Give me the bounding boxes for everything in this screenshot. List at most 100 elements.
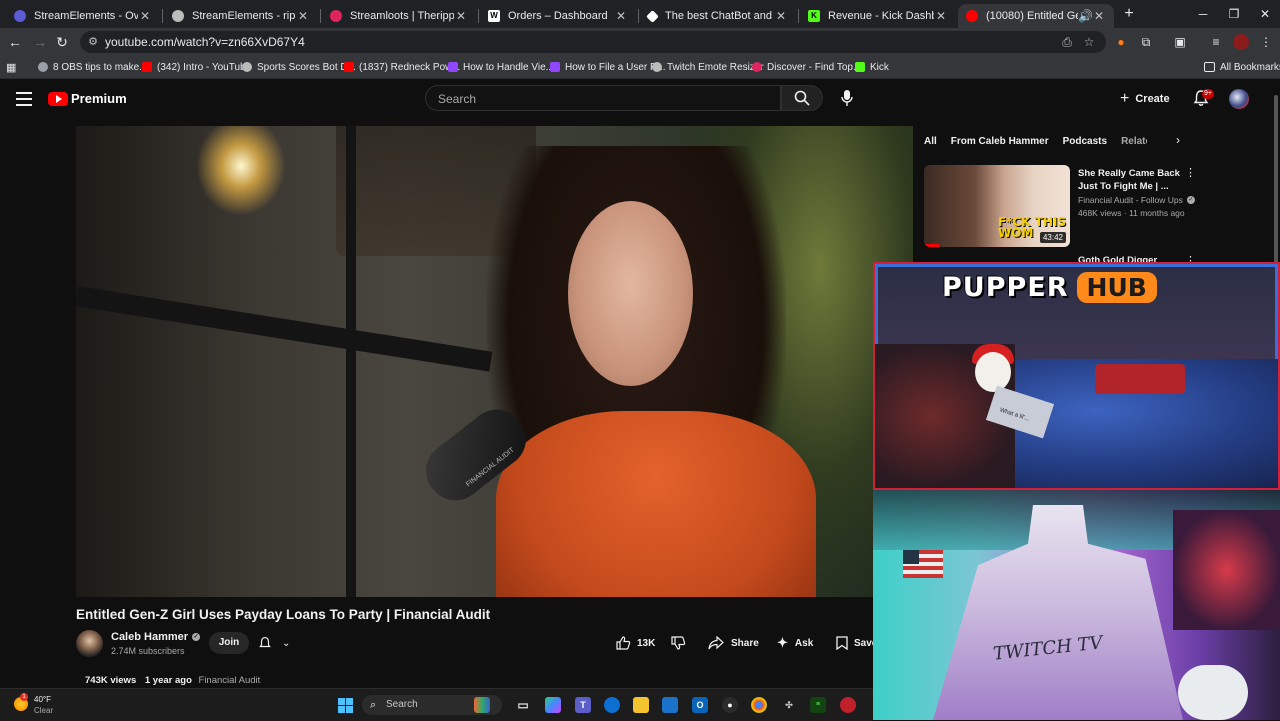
bookmark-item[interactable]: 8 OBS tips to make...	[38, 59, 147, 75]
chip-related[interactable]: Related	[1121, 136, 1147, 147]
browser-tab[interactable]: W Orders – Dashboard ✕	[480, 4, 636, 28]
related-video-thumbnail[interactable]: F*CK THIS WOM 43:42	[924, 165, 1070, 247]
new-tab-button[interactable]: +	[1120, 5, 1138, 23]
like-button[interactable]: 13K	[615, 632, 655, 654]
weather-condition[interactable]: Clear	[34, 706, 53, 715]
dtd-app-icon[interactable]	[840, 697, 856, 713]
stream-deck-icon[interactable]: ✣	[781, 697, 797, 713]
search-button[interactable]	[781, 85, 823, 111]
teams-icon[interactable]: T	[575, 697, 591, 713]
profile-avatar-icon[interactable]	[1233, 34, 1249, 50]
bookmark-item[interactable]: Discover - Find Top...	[752, 59, 861, 75]
mute-tab-icon[interactable]: 🔊	[1078, 9, 1093, 23]
channel-name-row[interactable]: Caleb Hammer ✓	[111, 631, 201, 643]
dislike-button[interactable]	[670, 632, 686, 654]
share-button[interactable]: Share	[708, 632, 759, 654]
account-avatar[interactable]	[1229, 89, 1249, 109]
reload-icon[interactable]: ↻	[53, 33, 71, 51]
video-title: Entitled Gen-Z Girl Uses Payday Loans To…	[76, 607, 491, 622]
channel-avatar[interactable]	[76, 630, 103, 657]
bookmarks-bar: ▦ 8 OBS tips to make... (342) Intro - Yo…	[0, 56, 1280, 79]
browser-tab[interactable]: The best ChatBot and Widgets ✕	[640, 4, 796, 28]
bookmark-item[interactable]: How to Handle Vie...	[448, 59, 554, 75]
file-explorer-icon[interactable]	[633, 697, 649, 713]
close-tab-icon[interactable]: ✕	[138, 9, 152, 23]
video-player[interactable]: FINANCIAL AUDIT	[76, 126, 913, 597]
close-tab-icon[interactable]: ✕	[1092, 9, 1106, 23]
bookmark-item[interactable]: How to File a User R...	[550, 59, 666, 75]
join-button[interactable]: Join	[209, 632, 249, 654]
chrome-icon[interactable]	[751, 697, 767, 713]
description-tag-link[interactable]: Financial Audit	[199, 675, 261, 686]
close-tab-icon[interactable]: ✕	[934, 9, 948, 23]
extensions-puzzle-icon[interactable]: ⧉	[1138, 34, 1154, 50]
site-settings-icon[interactable]: ⚙	[86, 35, 100, 49]
tab-label: Streamloots | Therippedredneck	[350, 10, 454, 22]
tab-search-icon[interactable]: ≡	[1208, 34, 1224, 50]
all-bookmarks-button[interactable]: All Bookmarks	[1204, 59, 1280, 75]
store-icon[interactable]	[662, 697, 678, 713]
bookmark-label: How to Handle Vie...	[463, 61, 554, 73]
bookmark-item[interactable]: Twitch Emote Resizer	[652, 59, 764, 75]
copilot-icon[interactable]	[545, 697, 561, 713]
related-filter-chips: All From Caleb Hammer Podcasts Related	[924, 131, 1161, 151]
bookmark-item[interactable]: Kick	[855, 59, 889, 75]
terminal-icon[interactable]: ≡	[810, 697, 826, 713]
outlook-icon[interactable]: O	[692, 697, 708, 713]
omnibox[interactable]: ⚙ youtube.com/watch?v=zn66XvD67Y4 ⎙ ☆	[80, 31, 1106, 53]
browser-tab-active[interactable]: (10080) Entitled Gen-Z Girl 🔊 ✕	[958, 4, 1114, 28]
search-input[interactable]	[436, 91, 760, 107]
back-icon[interactable]: ←	[6, 33, 24, 51]
more-options-icon[interactable]: ⋮	[1185, 166, 1196, 180]
search-box[interactable]	[425, 85, 781, 111]
sidepanel-icon[interactable]: ▣	[1172, 34, 1188, 50]
create-button[interactable]: + Create	[1120, 86, 1170, 112]
chip-all[interactable]: All	[924, 136, 937, 147]
chevron-right-icon[interactable]: ›	[1171, 133, 1185, 149]
forward-icon[interactable]: →	[31, 33, 49, 51]
streamloots-favicon-icon	[330, 10, 342, 22]
verified-icon: ✓	[1186, 196, 1195, 204]
globe-icon	[242, 62, 252, 72]
bookmark-label: (1837) Redneck Pow...	[359, 61, 461, 73]
browser-tab[interactable]: StreamElements - Overlays ✕	[6, 4, 160, 28]
chip-podcasts[interactable]: Podcasts	[1063, 136, 1107, 147]
browser-tab[interactable]: StreamElements - rippedredneck ✕	[164, 4, 318, 28]
extension-icon[interactable]: ●	[1113, 34, 1129, 50]
browser-tab[interactable]: K Revenue - Kick Dashboard ✕	[800, 4, 956, 28]
install-app-icon[interactable]: ⎙	[1060, 35, 1074, 49]
task-view-icon[interactable]: ▭	[515, 697, 531, 713]
ask-button[interactable]: ✦ Ask	[777, 632, 813, 654]
close-tab-icon[interactable]: ✕	[774, 9, 788, 23]
apps-grid-icon[interactable]: ▦	[6, 59, 16, 75]
chip-from-channel[interactable]: From Caleb Hammer	[951, 136, 1049, 147]
edge-browser-icon[interactable]	[604, 697, 620, 713]
save-button[interactable]: Save	[836, 632, 877, 654]
bookmark-item[interactable]: (342) Intro - YouTube	[142, 59, 251, 75]
weather-temperature[interactable]: 40°F	[34, 695, 51, 704]
channel-name[interactable]: Caleb Hammer	[111, 631, 188, 643]
close-tab-icon[interactable]: ✕	[614, 9, 628, 23]
description-meta[interactable]: 743K views 1 year ago Financial Audit	[85, 675, 260, 686]
tab-label: StreamElements - rippedredneck	[192, 10, 296, 22]
voice-search-button[interactable]	[837, 87, 857, 109]
start-button[interactable]	[338, 698, 353, 713]
youtube-premium-logo[interactable]: Premium	[48, 91, 127, 106]
related-video-title[interactable]: She Really Came Back Just To Fight Me | …	[1078, 167, 1182, 193]
close-tab-icon[interactable]: ✕	[296, 9, 310, 23]
restore-window-icon[interactable]: ❐	[1224, 5, 1244, 23]
share-icon	[708, 636, 724, 650]
browser-tab[interactable]: Streamloots | Therippedredneck ✕	[322, 4, 476, 28]
minimize-window-icon[interactable]: ─	[1193, 5, 1213, 23]
bookmark-item[interactable]: (1837) Redneck Pow...	[344, 59, 460, 75]
bookmark-item[interactable]: Sports Scores Bot D...	[242, 59, 356, 75]
menu-icon[interactable]	[16, 92, 32, 106]
chrome-menu-icon[interactable]: ⋮	[1258, 34, 1274, 50]
obs-icon[interactable]: ●	[722, 697, 738, 713]
subscribed-bell-button[interactable]: ⌄	[258, 632, 298, 654]
close-tab-icon[interactable]: ✕	[454, 9, 468, 23]
widgets-app-icon[interactable]	[474, 697, 490, 713]
bookmark-star-icon[interactable]: ☆	[1082, 35, 1096, 49]
close-window-icon[interactable]: ✕	[1255, 5, 1275, 23]
url-text[interactable]: youtube.com/watch?v=zn66XvD67Y4	[105, 35, 305, 49]
